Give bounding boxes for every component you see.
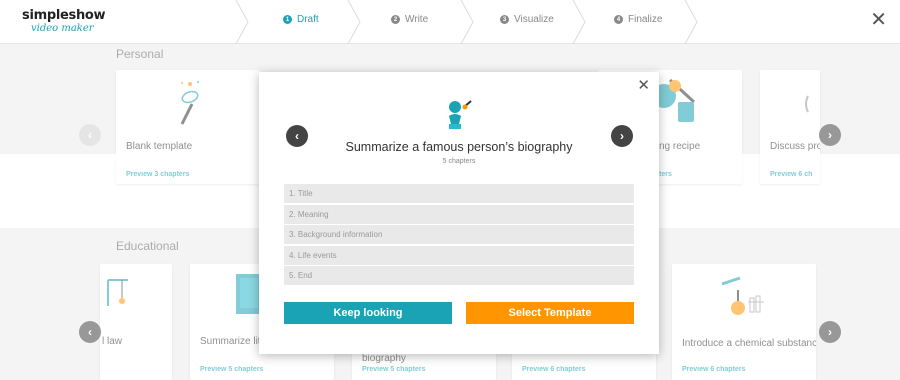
step-divider (684, 0, 698, 44)
chapter-item: 3. Background information (284, 225, 634, 244)
step-label: Draft (297, 14, 319, 25)
chapter-item: 5. End (284, 266, 634, 285)
step-divider (572, 0, 586, 44)
bust-icon (449, 100, 472, 129)
step-label: Visualize (514, 14, 554, 25)
logo-sub: video maker (31, 23, 94, 34)
step-write[interactable]: 2 Write (391, 14, 428, 25)
step-visualize[interactable]: 3 Visualize (500, 14, 554, 25)
modal-title: Summarize a famous person’s biography (345, 140, 573, 154)
step-label: Write (405, 14, 429, 25)
chapter-count: 5 chapters (442, 158, 476, 165)
chapter-list: 1. Title 2. Meaning 3. Background inform… (284, 184, 634, 287)
step-number: 4 (614, 15, 623, 24)
page: simpleshow video maker 1 Draft 2 Write 3… (0, 0, 900, 380)
chapter-item: 1. Title (284, 184, 634, 203)
top-bar: simpleshow video maker 1 Draft 2 Write 3… (0, 0, 900, 44)
chapter-item: 2. Meaning (284, 204, 634, 224)
template-preview-modal: ✕ Summarize a famous person’s biography … (259, 72, 659, 354)
next-template-button[interactable]: › (611, 125, 633, 147)
step-draft[interactable]: 1 Draft (283, 14, 319, 25)
close-icon[interactable]: ✕ (870, 10, 887, 30)
select-template-button[interactable]: Select Template (466, 302, 634, 324)
logo-main: simpleshow (22, 8, 106, 23)
step-finalize[interactable]: 4 Finalize (614, 14, 662, 25)
step-divider (235, 0, 249, 44)
chapter-item: 4. Life events (284, 245, 634, 265)
logo: simpleshow video maker (22, 8, 106, 35)
close-icon[interactable]: ✕ (637, 78, 650, 93)
step-divider (460, 0, 474, 44)
step-number: 1 (283, 15, 292, 24)
previous-template-button[interactable]: ‹ (286, 125, 308, 147)
keep-looking-button[interactable]: Keep looking (284, 302, 452, 324)
step-divider (347, 0, 361, 44)
step-number: 3 (500, 15, 509, 24)
step-number: 2 (391, 15, 400, 24)
step-label: Finalize (628, 14, 663, 25)
